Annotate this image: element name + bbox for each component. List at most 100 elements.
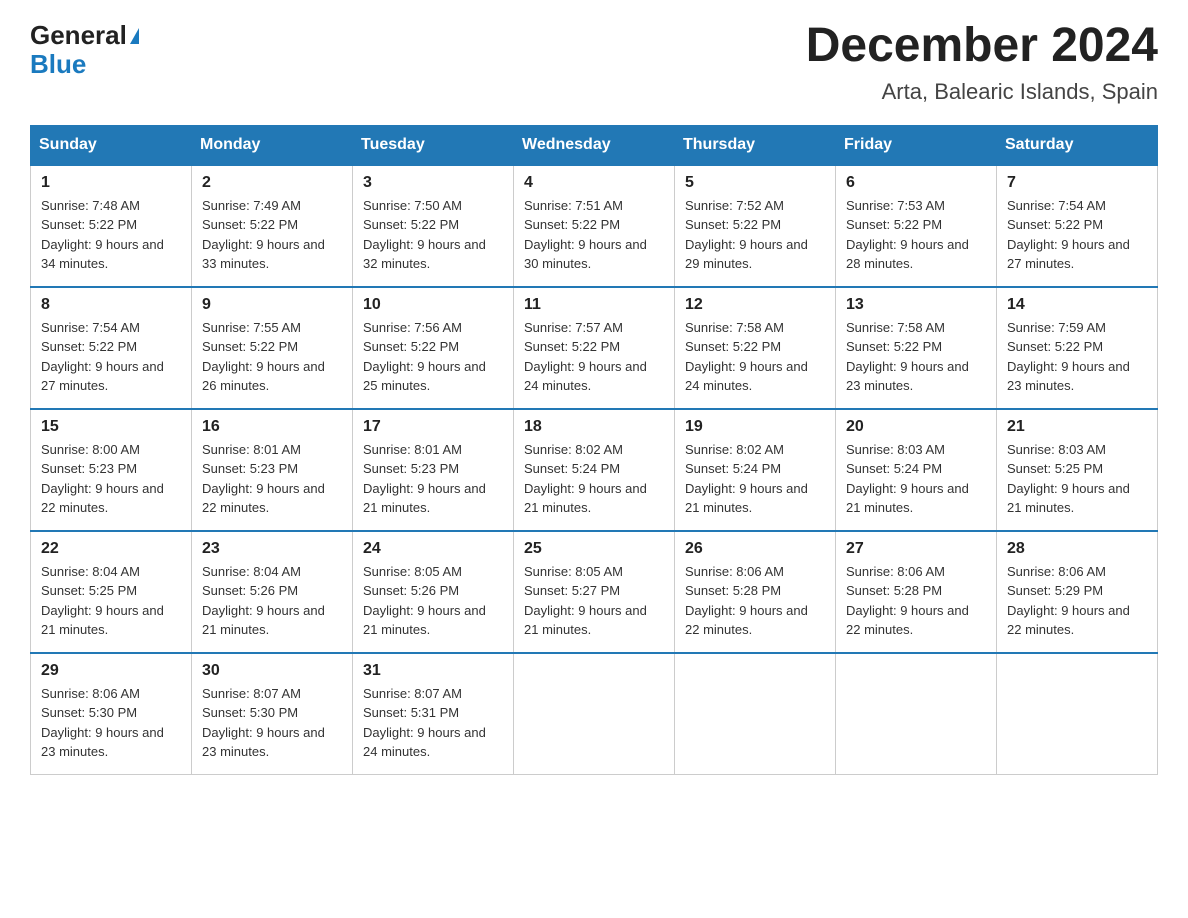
header-tuesday: Tuesday (353, 125, 514, 165)
header-thursday: Thursday (675, 125, 836, 165)
day-number: 24 (363, 540, 503, 558)
day-info: Sunrise: 8:06 AMSunset: 5:30 PMDaylight:… (41, 684, 181, 762)
calendar-header-row: SundayMondayTuesdayWednesdayThursdayFrid… (31, 125, 1158, 165)
calendar-cell: 27 Sunrise: 8:06 AMSunset: 5:28 PMDaylig… (836, 531, 997, 653)
day-info: Sunrise: 7:48 AMSunset: 5:22 PMDaylight:… (41, 196, 181, 274)
calendar-cell: 13 Sunrise: 7:58 AMSunset: 5:22 PMDaylig… (836, 287, 997, 409)
day-info: Sunrise: 8:03 AMSunset: 5:25 PMDaylight:… (1007, 440, 1147, 518)
calendar-cell: 28 Sunrise: 8:06 AMSunset: 5:29 PMDaylig… (997, 531, 1158, 653)
calendar-cell: 17 Sunrise: 8:01 AMSunset: 5:23 PMDaylig… (353, 409, 514, 531)
calendar-cell: 2 Sunrise: 7:49 AMSunset: 5:22 PMDayligh… (192, 165, 353, 287)
day-info: Sunrise: 7:49 AMSunset: 5:22 PMDaylight:… (202, 196, 342, 274)
calendar-cell: 31 Sunrise: 8:07 AMSunset: 5:31 PMDaylig… (353, 653, 514, 775)
day-number: 28 (1007, 540, 1147, 558)
calendar-cell: 24 Sunrise: 8:05 AMSunset: 5:26 PMDaylig… (353, 531, 514, 653)
calendar-cell: 19 Sunrise: 8:02 AMSunset: 5:24 PMDaylig… (675, 409, 836, 531)
header-friday: Friday (836, 125, 997, 165)
calendar-table: SundayMondayTuesdayWednesdayThursdayFrid… (30, 125, 1158, 775)
calendar-cell: 25 Sunrise: 8:05 AMSunset: 5:27 PMDaylig… (514, 531, 675, 653)
day-number: 1 (41, 174, 181, 192)
day-number: 29 (41, 662, 181, 680)
calendar-cell: 26 Sunrise: 8:06 AMSunset: 5:28 PMDaylig… (675, 531, 836, 653)
calendar-cell (675, 653, 836, 775)
day-number: 27 (846, 540, 986, 558)
day-info: Sunrise: 7:53 AMSunset: 5:22 PMDaylight:… (846, 196, 986, 274)
day-number: 17 (363, 418, 503, 436)
day-info: Sunrise: 7:57 AMSunset: 5:22 PMDaylight:… (524, 318, 664, 396)
calendar-cell: 9 Sunrise: 7:55 AMSunset: 5:22 PMDayligh… (192, 287, 353, 409)
calendar-week-1: 1 Sunrise: 7:48 AMSunset: 5:22 PMDayligh… (31, 165, 1158, 287)
day-number: 9 (202, 296, 342, 314)
day-info: Sunrise: 8:01 AMSunset: 5:23 PMDaylight:… (363, 440, 503, 518)
calendar-cell: 12 Sunrise: 7:58 AMSunset: 5:22 PMDaylig… (675, 287, 836, 409)
logo-arrow-icon (130, 28, 139, 44)
calendar-cell: 22 Sunrise: 8:04 AMSunset: 5:25 PMDaylig… (31, 531, 192, 653)
calendar-cell: 18 Sunrise: 8:02 AMSunset: 5:24 PMDaylig… (514, 409, 675, 531)
day-number: 21 (1007, 418, 1147, 436)
calendar-cell: 7 Sunrise: 7:54 AMSunset: 5:22 PMDayligh… (997, 165, 1158, 287)
calendar-cell: 30 Sunrise: 8:07 AMSunset: 5:30 PMDaylig… (192, 653, 353, 775)
calendar-cell (836, 653, 997, 775)
day-number: 16 (202, 418, 342, 436)
day-info: Sunrise: 7:58 AMSunset: 5:22 PMDaylight:… (685, 318, 825, 396)
day-number: 10 (363, 296, 503, 314)
day-info: Sunrise: 7:52 AMSunset: 5:22 PMDaylight:… (685, 196, 825, 274)
day-number: 5 (685, 174, 825, 192)
location-title: Arta, Balearic Islands, Spain (806, 79, 1158, 105)
calendar-cell (997, 653, 1158, 775)
logo-general-text: General (30, 20, 127, 51)
day-info: Sunrise: 8:06 AMSunset: 5:28 PMDaylight:… (846, 562, 986, 640)
calendar-cell: 10 Sunrise: 7:56 AMSunset: 5:22 PMDaylig… (353, 287, 514, 409)
day-info: Sunrise: 8:02 AMSunset: 5:24 PMDaylight:… (685, 440, 825, 518)
calendar-cell: 14 Sunrise: 7:59 AMSunset: 5:22 PMDaylig… (997, 287, 1158, 409)
month-title: December 2024 (806, 20, 1158, 73)
day-number: 14 (1007, 296, 1147, 314)
day-number: 23 (202, 540, 342, 558)
day-number: 15 (41, 418, 181, 436)
calendar-cell: 20 Sunrise: 8:03 AMSunset: 5:24 PMDaylig… (836, 409, 997, 531)
day-number: 2 (202, 174, 342, 192)
day-number: 31 (363, 662, 503, 680)
calendar-cell: 15 Sunrise: 8:00 AMSunset: 5:23 PMDaylig… (31, 409, 192, 531)
day-info: Sunrise: 7:51 AMSunset: 5:22 PMDaylight:… (524, 196, 664, 274)
day-info: Sunrise: 7:59 AMSunset: 5:22 PMDaylight:… (1007, 318, 1147, 396)
day-info: Sunrise: 7:56 AMSunset: 5:22 PMDaylight:… (363, 318, 503, 396)
day-info: Sunrise: 8:07 AMSunset: 5:31 PMDaylight:… (363, 684, 503, 762)
calendar-week-5: 29 Sunrise: 8:06 AMSunset: 5:30 PMDaylig… (31, 653, 1158, 775)
day-number: 8 (41, 296, 181, 314)
day-number: 25 (524, 540, 664, 558)
day-number: 18 (524, 418, 664, 436)
day-info: Sunrise: 8:04 AMSunset: 5:25 PMDaylight:… (41, 562, 181, 640)
day-number: 11 (524, 296, 664, 314)
calendar-cell: 29 Sunrise: 8:06 AMSunset: 5:30 PMDaylig… (31, 653, 192, 775)
day-info: Sunrise: 7:50 AMSunset: 5:22 PMDaylight:… (363, 196, 503, 274)
logo: General Blue (30, 20, 139, 80)
day-number: 13 (846, 296, 986, 314)
day-info: Sunrise: 7:55 AMSunset: 5:22 PMDaylight:… (202, 318, 342, 396)
day-number: 26 (685, 540, 825, 558)
day-info: Sunrise: 8:00 AMSunset: 5:23 PMDaylight:… (41, 440, 181, 518)
day-number: 6 (846, 174, 986, 192)
day-number: 20 (846, 418, 986, 436)
calendar-week-2: 8 Sunrise: 7:54 AMSunset: 5:22 PMDayligh… (31, 287, 1158, 409)
day-info: Sunrise: 7:58 AMSunset: 5:22 PMDaylight:… (846, 318, 986, 396)
calendar-cell: 3 Sunrise: 7:50 AMSunset: 5:22 PMDayligh… (353, 165, 514, 287)
calendar-cell: 4 Sunrise: 7:51 AMSunset: 5:22 PMDayligh… (514, 165, 675, 287)
day-number: 30 (202, 662, 342, 680)
calendar-cell: 1 Sunrise: 7:48 AMSunset: 5:22 PMDayligh… (31, 165, 192, 287)
day-info: Sunrise: 7:54 AMSunset: 5:22 PMDaylight:… (41, 318, 181, 396)
day-info: Sunrise: 8:06 AMSunset: 5:28 PMDaylight:… (685, 562, 825, 640)
calendar-cell: 8 Sunrise: 7:54 AMSunset: 5:22 PMDayligh… (31, 287, 192, 409)
day-info: Sunrise: 8:03 AMSunset: 5:24 PMDaylight:… (846, 440, 986, 518)
day-info: Sunrise: 8:05 AMSunset: 5:26 PMDaylight:… (363, 562, 503, 640)
day-info: Sunrise: 8:07 AMSunset: 5:30 PMDaylight:… (202, 684, 342, 762)
day-info: Sunrise: 8:04 AMSunset: 5:26 PMDaylight:… (202, 562, 342, 640)
day-number: 4 (524, 174, 664, 192)
header-monday: Monday (192, 125, 353, 165)
day-info: Sunrise: 8:05 AMSunset: 5:27 PMDaylight:… (524, 562, 664, 640)
day-info: Sunrise: 7:54 AMSunset: 5:22 PMDaylight:… (1007, 196, 1147, 274)
calendar-cell: 23 Sunrise: 8:04 AMSunset: 5:26 PMDaylig… (192, 531, 353, 653)
calendar-cell: 16 Sunrise: 8:01 AMSunset: 5:23 PMDaylig… (192, 409, 353, 531)
calendar-cell: 11 Sunrise: 7:57 AMSunset: 5:22 PMDaylig… (514, 287, 675, 409)
calendar-week-3: 15 Sunrise: 8:00 AMSunset: 5:23 PMDaylig… (31, 409, 1158, 531)
